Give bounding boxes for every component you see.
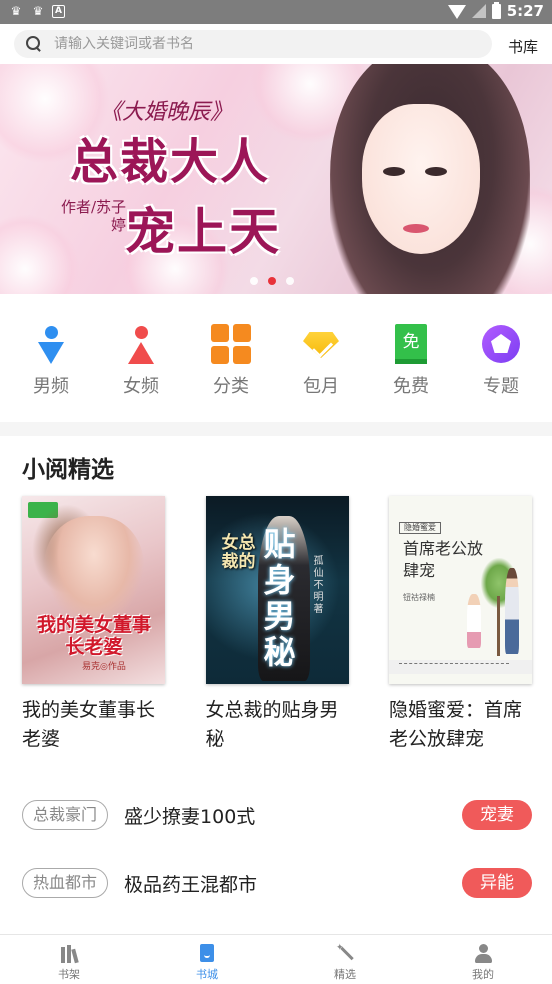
search-row: 书库 [0, 24, 552, 64]
search-box[interactable] [14, 30, 492, 58]
recommend-row[interactable]: 热血都市 极品药王混都市 异能 [22, 867, 532, 899]
search-input[interactable] [54, 36, 454, 52]
carousel-dot-active[interactable] [268, 277, 276, 285]
category-monthly[interactable]: 包月 [281, 294, 361, 422]
tab-profile[interactable]: 我的 [414, 935, 552, 984]
profile-icon [473, 943, 493, 963]
genre-tag[interactable]: 总裁豪门 [22, 800, 109, 830]
banner-eye [383, 167, 405, 176]
category-male[interactable]: 男频 [11, 294, 91, 422]
tab-bookstore[interactable]: 书城 [138, 935, 276, 984]
book-cover[interactable]: 隐婚蜜爱 首席老公放肆宠 钮祜禄楠 [389, 496, 532, 684]
recommend-title[interactable]: 极品药王混都市 [124, 870, 257, 897]
topic-icon [481, 324, 521, 364]
genre-tag[interactable]: 热血都市 [22, 868, 109, 898]
bottom-tab-bar: 书架 书城 ✦ 精选 我的 [0, 934, 552, 984]
category-classify[interactable]: 分类 [191, 294, 271, 422]
banner-lips [403, 224, 429, 233]
cover-title: 我的美女董事长老婆 [36, 614, 151, 658]
male-icon [31, 324, 71, 364]
book-card[interactable]: 隐婚蜜爱 首席老公放肆宠 钮祜禄楠 隐婚蜜爱：首席老公放肆宠 [389, 496, 532, 754]
tab-label: 精选 [334, 968, 356, 981]
cover-art [389, 660, 532, 674]
magic-wand-icon: ✦ [335, 943, 355, 963]
recommend-row[interactable]: 总裁豪门 盛少撩妻100式 宠妻 [22, 799, 532, 831]
category-topic[interactable]: 专题 [461, 294, 541, 422]
tab-label: 书城 [196, 968, 218, 981]
recommend-title[interactable]: 盛少撩妻100式 [124, 802, 255, 829]
female-icon [121, 324, 161, 364]
book-card[interactable]: 女总裁的 贴身男秘 孤仙不明著 女总裁的贴身男秘 [205, 496, 349, 754]
carousel-dots [250, 277, 294, 285]
cover-art [497, 596, 500, 656]
book-card[interactable]: 我的美女董事长老婆 易克◎作品 我的美女董事长老婆 [22, 496, 165, 754]
a-icon: A [52, 4, 65, 18]
carousel-dot[interactable] [286, 277, 294, 285]
banner-eye [425, 167, 447, 176]
tab-bookshelf[interactable]: 书架 [0, 935, 138, 984]
banner-author: 作者/苏子婷 [60, 198, 126, 234]
free-icon: 免 [391, 324, 431, 364]
wifi-icon [447, 5, 466, 19]
status-bar: ♛ ♛ A 5:27 [0, 0, 552, 24]
cover-author: 孤仙不明著 [313, 556, 324, 615]
bookshelf-icon [59, 943, 79, 964]
banner-carousel[interactable]: 《大婚晚辰》 总裁大人 作者/苏子婷 宠上天 [0, 64, 552, 294]
notification-icon: ♛ [32, 4, 44, 18]
category-female[interactable]: 女频 [101, 294, 181, 422]
cover-title-small: 女总裁的 [221, 533, 256, 572]
category-free[interactable]: 免 免费 [371, 294, 451, 422]
cover-author: 易克◎作品 [82, 662, 126, 672]
tab-label: 书架 [58, 968, 80, 981]
cover-tag: 隐婚蜜爱 [399, 522, 441, 534]
banner-title-line2: 宠上天 [125, 202, 281, 261]
cover-title: 首席老公放肆宠 [403, 539, 484, 580]
notification-icon: ♛ [10, 4, 22, 18]
library-button[interactable]: 书库 [508, 36, 538, 57]
featured-books: 我的美女董事长老婆 易克◎作品 我的美女董事长老婆 女总裁的 贴身男秘 孤仙不明… [22, 496, 532, 754]
battery-icon [491, 1, 501, 19]
category-label: 分类 [213, 376, 249, 397]
cover-art [467, 594, 481, 648]
cover-art [44, 516, 144, 626]
signal-icon [471, 4, 486, 18]
tab-label: 我的 [472, 968, 494, 981]
book-title[interactable]: 我的美女董事长老婆 [22, 696, 165, 754]
book-cover[interactable]: 我的美女董事长老婆 易克◎作品 [22, 496, 165, 684]
banner-title-line1: 总裁大人 [70, 134, 271, 190]
category-label: 女频 [123, 376, 159, 397]
book-title[interactable]: 隐婚蜜爱：首席老公放肆宠 [389, 696, 532, 754]
cover-title-big: 贴身男秘 [263, 525, 296, 671]
search-icon [26, 36, 42, 52]
theme-badge[interactable]: 异能 [462, 868, 532, 898]
cover-art [505, 568, 519, 654]
clock: 5:27 [506, 2, 544, 20]
tab-featured[interactable]: ✦ 精选 [276, 935, 414, 984]
section-divider [0, 422, 552, 436]
category-nav: 男频 女频 分类 包月 免 免费 专题 [0, 294, 552, 422]
cover-author: 钮祜禄楠 [403, 593, 435, 602]
book-cover[interactable]: 女总裁的 贴身男秘 孤仙不明著 [205, 496, 349, 684]
bookstore-icon [197, 943, 217, 963]
grid-icon [211, 324, 251, 364]
section-title: 小阅精选 [22, 457, 114, 483]
category-label: 包月 [303, 376, 339, 397]
book-title[interactable]: 女总裁的贴身男秘 [206, 696, 349, 754]
status-right: 5:27 [447, 1, 544, 20]
category-label: 专题 [483, 376, 519, 397]
category-label: 免费 [393, 376, 429, 397]
theme-badge[interactable]: 宠妻 [462, 800, 532, 830]
category-label: 男频 [33, 376, 69, 397]
status-left: ♛ ♛ A [8, 3, 65, 19]
diamond-icon [301, 324, 341, 364]
carousel-dot[interactable] [250, 277, 258, 285]
